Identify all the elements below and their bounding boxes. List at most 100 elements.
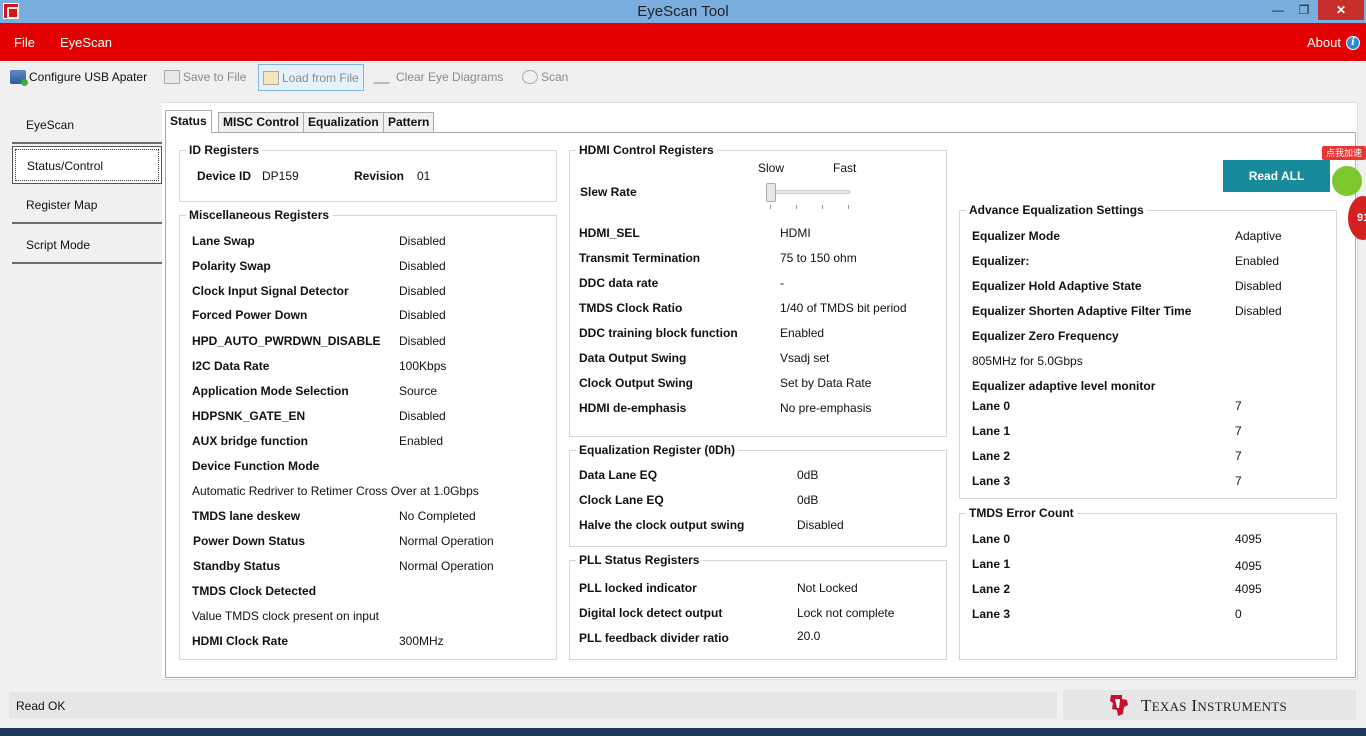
tab-status[interactable]: Status (165, 110, 212, 133)
ti-wordmark: TEXAS INSTRUMENTS (1141, 696, 1288, 715)
equalizer-zero-label: Equalizer Zero Frequency (972, 329, 1119, 343)
standby-status-value: Normal Operation (399, 559, 494, 573)
tmds-clock-label: TMDS Clock Detected (192, 584, 317, 598)
equalizer-mode-value: Adaptive (1235, 229, 1282, 243)
hdmi-clock-rate-value: 300MHz (399, 634, 444, 648)
equalizer-monitor-label: Equalizer adaptive level monitor (972, 379, 1156, 393)
status-text: Read OK (16, 699, 66, 713)
data-output-swing-label: Data Output Swing (579, 351, 687, 365)
clock-input-value: Disabled (399, 284, 446, 298)
menu-about[interactable]: About (1307, 35, 1341, 50)
revision-label: Revision (354, 169, 405, 183)
status-bar: Read OK (9, 692, 1057, 718)
scan-icon (522, 70, 538, 84)
read-all-button[interactable]: Read ALL (1223, 160, 1330, 192)
usb-adapter-icon (10, 70, 28, 86)
adv-lane-1-value: 7 (1235, 424, 1242, 438)
device-function-label: Device Function Mode (192, 459, 320, 473)
speed-counter-badge[interactable]: 91 (1348, 196, 1366, 240)
adv-lane-2-label: Lane 2 (972, 449, 1011, 463)
clear-eye-diagrams-button[interactable]: Clear Eye Diagrams (372, 64, 503, 91)
side-nav: EyeScan Status/Control Register Map Scri… (9, 102, 162, 680)
err-lane-0-value: 4095 (1235, 532, 1262, 546)
slider-tick (770, 205, 771, 209)
maximize-button[interactable]: ❐ (1292, 0, 1316, 20)
adv-lane-3-label: Lane 3 (972, 474, 1011, 488)
close-button[interactable]: ✕ (1318, 0, 1364, 20)
adv-lane-2-value: 7 (1235, 449, 1242, 463)
minimize-button[interactable]: — (1266, 0, 1290, 20)
tab-pattern[interactable]: Pattern (383, 112, 435, 132)
ddc-data-rate-label: DDC data rate (579, 276, 659, 290)
equalizer-shorten-label: Equalizer Shorten Adaptive Filter Time (972, 304, 1192, 318)
eraser-icon (372, 70, 398, 84)
menu-eyescan[interactable]: EyeScan (60, 35, 112, 50)
forced-power-down-value: Disabled (399, 308, 446, 322)
ddc-training-value: Enabled (780, 326, 825, 340)
scan-button[interactable]: Scan (522, 64, 568, 91)
i2c-rate-value: 100Kbps (399, 359, 447, 373)
save-to-file-label: Save to File (183, 70, 247, 84)
menu-file[interactable]: File (14, 35, 35, 50)
app-mode-value: Source (399, 384, 438, 398)
halve-clock-swing-label: Halve the clock output swing (579, 518, 745, 532)
err-lane-1-value: 4095 (1235, 559, 1262, 573)
ddc-training-label: DDC training block function (579, 326, 738, 340)
pll-feedback-label: PLL feedback divider ratio (579, 631, 729, 645)
adv-lane-3-value: 7 (1235, 474, 1242, 488)
nav-register-map[interactable]: Register Map (12, 186, 162, 224)
equalizer-value: Enabled (1235, 254, 1280, 268)
group-title: PLL Status Registers (576, 553, 703, 567)
tab-equalization[interactable]: Equalization (303, 112, 384, 132)
transmit-termination-value: 75 to 150 ohm (780, 251, 857, 265)
hpd-auto-value: Disabled (399, 334, 446, 348)
power-down-status-value: Normal Operation (399, 534, 494, 548)
tmds-error-count-group: TMDS Error Count (959, 506, 1337, 660)
info-icon[interactable]: i (1346, 36, 1360, 50)
hdmi-sel-label: HDMI_SEL (579, 226, 640, 240)
speed-boost-widget[interactable]: 点我加速 91 (1320, 143, 1366, 243)
save-icon (164, 70, 180, 84)
save-to-file-button[interactable]: Save to File (164, 64, 246, 91)
tab-misc-control[interactable]: MISC Control (218, 112, 304, 132)
device-id-value: DP159 (262, 169, 299, 183)
device-function-value: Automatic Redriver to Retimer Cross Over… (192, 484, 479, 498)
polarity-swap-value: Disabled (399, 259, 446, 273)
load-from-file-button[interactable]: Load from File (258, 64, 364, 91)
nav-script-mode[interactable]: Script Mode (12, 226, 162, 264)
hdmi-sel-value: HDMI (780, 226, 811, 240)
lane-swap-value: Disabled (399, 234, 446, 248)
err-lane-2-label: Lane 2 (972, 582, 1011, 596)
slider-tick (848, 205, 849, 209)
nav-status-control[interactable]: Status/Control (12, 146, 162, 184)
tmds-deskew-label: TMDS lane deskew (192, 509, 301, 523)
clock-lane-eq-value: 0dB (797, 493, 819, 507)
standby-status-label: Standby Status (193, 559, 281, 573)
group-title: HDMI Control Registers (576, 143, 717, 157)
revision-value: 01 (417, 169, 431, 183)
pll-locked-value: Not Locked (797, 581, 858, 595)
frog-mascot-icon[interactable] (1332, 166, 1362, 196)
app-mode-label: Application Mode Selection (192, 384, 349, 398)
configure-usb-button[interactable]: Configure USB Apater (10, 64, 147, 91)
adv-lane-0-value: 7 (1235, 399, 1242, 413)
digital-lock-value: Lock not complete (797, 606, 895, 620)
slew-rate-slider-track[interactable] (770, 190, 850, 194)
slew-fast-label: Fast (833, 161, 857, 175)
speed-boost-tag[interactable]: 点我加速 (1322, 146, 1366, 160)
nav-eyescan[interactable]: EyeScan (12, 106, 162, 144)
device-id-label: Device ID (197, 169, 252, 183)
toolbar: Configure USB Apater Save to File Load f… (0, 61, 1366, 94)
hdmi-deemphasis-label: HDMI de-emphasis (579, 401, 687, 415)
tmds-clock-ratio-label: TMDS Clock Ratio (579, 301, 683, 315)
clock-input-label: Clock Input Signal Detector (192, 284, 349, 298)
ti-state-icon (1110, 695, 1128, 716)
err-lane-3-value: 0 (1235, 607, 1242, 621)
aux-bridge-value: Enabled (399, 434, 444, 448)
pll-feedback-value: 20.0 (797, 629, 821, 643)
polarity-swap-label: Polarity Swap (192, 259, 271, 273)
slew-rate-slider-thumb[interactable] (766, 183, 776, 202)
tmds-clock-ratio-value: 1/40 of TMDS bit period (780, 301, 907, 315)
equalizer-hold-value: Disabled (1235, 279, 1282, 293)
equalizer-zero-value: 805MHz for 5.0Gbps (972, 354, 1083, 368)
